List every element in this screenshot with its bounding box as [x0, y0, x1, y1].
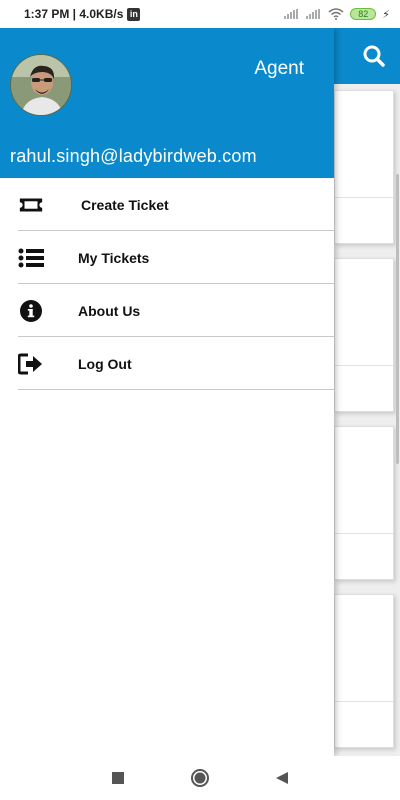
scrollbar[interactable]	[396, 174, 399, 464]
ticket-card[interactable]	[334, 594, 394, 748]
drawer-menu: Create Ticket My Tickets About Us Log Ou…	[0, 178, 334, 390]
drawer-header: Agent rahul.singh@ladybirdweb.com	[0, 28, 334, 178]
signal-icon	[284, 9, 299, 19]
charging-icon: ⚡	[382, 8, 390, 21]
linkedin-icon: in	[127, 7, 141, 21]
status-right: 82 ⚡	[284, 8, 390, 21]
menu-item-about-us[interactable]: About Us	[0, 284, 334, 337]
home-button[interactable]	[190, 768, 210, 788]
wifi-icon	[328, 8, 344, 20]
list-icon	[18, 245, 44, 271]
status-bar: 1:37 PM | 4.0KB/s in 82 ⚡	[0, 0, 400, 28]
back-button[interactable]	[272, 768, 292, 788]
status-time: 1:37 PM | 4.0KB/s	[24, 7, 124, 21]
ticket-list-background	[334, 84, 400, 756]
status-left: 1:37 PM | 4.0KB/s in	[24, 7, 141, 21]
menu-label-about-us: About Us	[78, 302, 141, 319]
ticket-card[interactable]	[334, 258, 394, 412]
recents-button[interactable]	[108, 768, 128, 788]
menu-label-create-ticket: Create Ticket	[81, 196, 169, 213]
system-nav-bar	[0, 756, 400, 800]
ticket-card[interactable]	[334, 426, 394, 580]
logout-icon	[18, 351, 44, 377]
navigation-drawer: Agent rahul.singh@ladybirdweb.com Create…	[0, 28, 334, 756]
user-email: rahul.singh@ladybirdweb.com	[10, 146, 257, 166]
menu-item-my-tickets[interactable]: My Tickets	[0, 231, 334, 284]
signal-icon	[306, 9, 321, 19]
ticket-icon	[18, 192, 44, 218]
menu-label-my-tickets: My Tickets	[78, 249, 150, 266]
ticket-card[interactable]	[334, 90, 394, 244]
avatar[interactable]	[10, 54, 72, 116]
user-role: Agent	[254, 58, 304, 79]
menu-label-log-out: Log Out	[78, 355, 132, 372]
menu-item-log-out[interactable]: Log Out	[0, 337, 334, 390]
menu-item-create-ticket[interactable]: Create Ticket	[0, 178, 334, 231]
info-icon	[18, 298, 44, 324]
search-icon[interactable]	[360, 42, 388, 70]
battery-indicator: 82	[350, 8, 377, 20]
